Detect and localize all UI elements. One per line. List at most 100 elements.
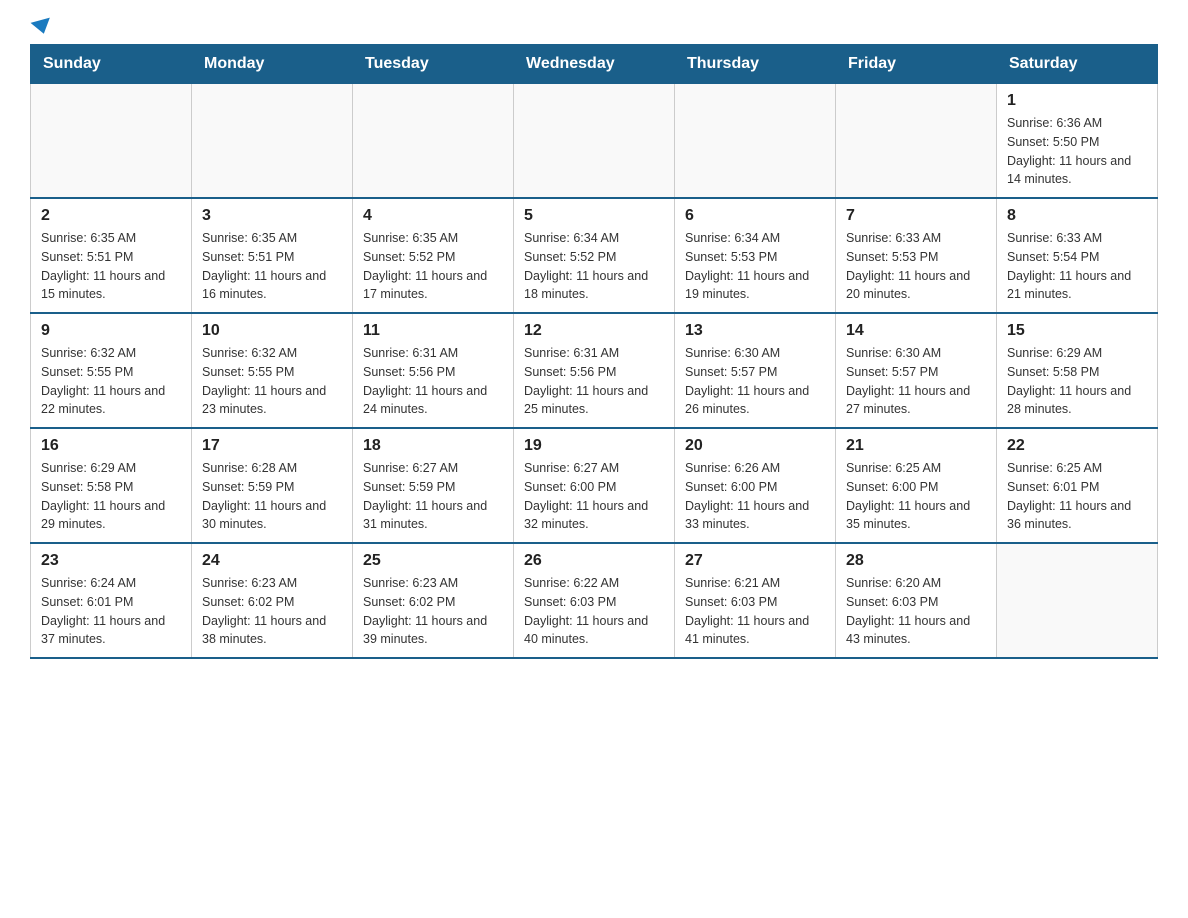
day-info: Sunrise: 6:32 AMSunset: 5:55 PMDaylight:… — [41, 344, 181, 419]
calendar-cell — [997, 543, 1158, 658]
day-info: Sunrise: 6:34 AMSunset: 5:52 PMDaylight:… — [524, 229, 664, 304]
day-header-thursday: Thursday — [675, 45, 836, 84]
calendar-cell: 13 Sunrise: 6:30 AMSunset: 5:57 PMDayligh… — [675, 313, 836, 428]
day-info: Sunrise: 6:34 AMSunset: 5:53 PMDaylight:… — [685, 229, 825, 304]
day-info: Sunrise: 6:23 AMSunset: 6:02 PMDaylight:… — [363, 574, 503, 649]
page-header — [30, 20, 1158, 34]
day-info: Sunrise: 6:24 AMSunset: 6:01 PMDaylight:… — [41, 574, 181, 649]
day-number: 20 — [685, 437, 825, 455]
calendar-cell: 11 Sunrise: 6:31 AMSunset: 5:56 PMDayligh… — [353, 313, 514, 428]
day-number: 13 — [685, 322, 825, 340]
calendar-cell: 17 Sunrise: 6:28 AMSunset: 5:59 PMDayligh… — [192, 428, 353, 543]
day-number: 17 — [202, 437, 342, 455]
day-number: 12 — [524, 322, 664, 340]
day-number: 25 — [363, 552, 503, 570]
day-info: Sunrise: 6:31 AMSunset: 5:56 PMDaylight:… — [363, 344, 503, 419]
calendar-cell: 16 Sunrise: 6:29 AMSunset: 5:58 PMDayligh… — [31, 428, 192, 543]
calendar-cell: 25 Sunrise: 6:23 AMSunset: 6:02 PMDayligh… — [353, 543, 514, 658]
calendar-cell: 24 Sunrise: 6:23 AMSunset: 6:02 PMDayligh… — [192, 543, 353, 658]
day-info: Sunrise: 6:35 AMSunset: 5:51 PMDaylight:… — [202, 229, 342, 304]
day-number: 27 — [685, 552, 825, 570]
day-number: 26 — [524, 552, 664, 570]
calendar-cell: 22Sunrise: 6:25 AMSunset: 6:01 PMDayligh… — [997, 428, 1158, 543]
calendar-week-1: 1 Sunrise: 6:36 AMSunset: 5:50 PMDaylight… — [31, 84, 1158, 199]
calendar-cell: 12 Sunrise: 6:31 AMSunset: 5:56 PMDayligh… — [514, 313, 675, 428]
calendar-cell: 19 Sunrise: 6:27 AMSunset: 6:00 PMDayligh… — [514, 428, 675, 543]
day-number: 19 — [524, 437, 664, 455]
calendar-cell: 1 Sunrise: 6:36 AMSunset: 5:50 PMDaylight… — [997, 84, 1158, 199]
calendar-cell: 18 Sunrise: 6:27 AMSunset: 5:59 PMDayligh… — [353, 428, 514, 543]
day-number: 9 — [41, 322, 181, 340]
day-number: 1 — [1007, 92, 1147, 110]
day-info: Sunrise: 6:30 AMSunset: 5:57 PMDaylight:… — [685, 344, 825, 419]
day-number: 11 — [363, 322, 503, 340]
day-number: 7 — [846, 207, 986, 225]
day-number: 21 — [846, 437, 986, 455]
calendar-cell: 8Sunrise: 6:33 AMSunset: 5:54 PMDaylight… — [997, 198, 1158, 313]
day-info: Sunrise: 6:27 AMSunset: 5:59 PMDaylight:… — [363, 459, 503, 534]
day-header-wednesday: Wednesday — [514, 45, 675, 84]
day-number: 4 — [363, 207, 503, 225]
day-info: Sunrise: 6:22 AMSunset: 6:03 PMDaylight:… — [524, 574, 664, 649]
calendar-cell: 4 Sunrise: 6:35 AMSunset: 5:52 PMDaylight… — [353, 198, 514, 313]
day-info: Sunrise: 6:29 AMSunset: 5:58 PMDaylight:… — [1007, 344, 1147, 419]
day-info: Sunrise: 6:21 AMSunset: 6:03 PMDaylight:… — [685, 574, 825, 649]
calendar-cell: 21Sunrise: 6:25 AMSunset: 6:00 PMDayligh… — [836, 428, 997, 543]
day-number: 24 — [202, 552, 342, 570]
calendar-cell: 14 Sunrise: 6:30 AMSunset: 5:57 PMDayligh… — [836, 313, 997, 428]
day-info: Sunrise: 6:31 AMSunset: 5:56 PMDaylight:… — [524, 344, 664, 419]
calendar-cell: 10 Sunrise: 6:32 AMSunset: 5:55 PMDayligh… — [192, 313, 353, 428]
day-info: Sunrise: 6:29 AMSunset: 5:58 PMDaylight:… — [41, 459, 181, 534]
day-number: 10 — [202, 322, 342, 340]
day-info: Sunrise: 6:32 AMSunset: 5:55 PMDaylight:… — [202, 344, 342, 419]
calendar-header-row: SundayMondayTuesdayWednesdayThursdayFrid… — [31, 45, 1158, 84]
calendar-week-4: 16 Sunrise: 6:29 AMSunset: 5:58 PMDayligh… — [31, 428, 1158, 543]
day-info: Sunrise: 6:35 AMSunset: 5:51 PMDaylight:… — [41, 229, 181, 304]
calendar-table: SundayMondayTuesdayWednesdayThursdayFrid… — [30, 44, 1158, 659]
day-number: 2 — [41, 207, 181, 225]
calendar-cell: 9 Sunrise: 6:32 AMSunset: 5:55 PMDaylight… — [31, 313, 192, 428]
day-header-tuesday: Tuesday — [353, 45, 514, 84]
day-info: Sunrise: 6:20 AMSunset: 6:03 PMDaylight:… — [846, 574, 986, 649]
day-info: Sunrise: 6:23 AMSunset: 6:02 PMDaylight:… — [202, 574, 342, 649]
day-number: 16 — [41, 437, 181, 455]
day-info: Sunrise: 6:25 AMSunset: 6:01 PMDaylight:… — [1007, 459, 1147, 534]
day-info: Sunrise: 6:36 AMSunset: 5:50 PMDaylight:… — [1007, 114, 1147, 189]
calendar-cell — [31, 84, 192, 199]
day-number: 23 — [41, 552, 181, 570]
day-number: 3 — [202, 207, 342, 225]
day-number: 8 — [1007, 207, 1147, 225]
day-header-monday: Monday — [192, 45, 353, 84]
calendar-cell: 26 Sunrise: 6:22 AMSunset: 6:03 PMDayligh… — [514, 543, 675, 658]
day-info: Sunrise: 6:27 AMSunset: 6:00 PMDaylight:… — [524, 459, 664, 534]
day-info: Sunrise: 6:30 AMSunset: 5:57 PMDaylight:… — [846, 344, 986, 419]
calendar-cell — [192, 84, 353, 199]
day-info: Sunrise: 6:26 AMSunset: 6:00 PMDaylight:… — [685, 459, 825, 534]
calendar-week-5: 23 Sunrise: 6:24 AMSunset: 6:01 PMDayligh… — [31, 543, 1158, 658]
calendar-week-2: 2 Sunrise: 6:35 AMSunset: 5:51 PMDaylight… — [31, 198, 1158, 313]
calendar-cell — [353, 84, 514, 199]
day-info: Sunrise: 6:35 AMSunset: 5:52 PMDaylight:… — [363, 229, 503, 304]
day-number: 15 — [1007, 322, 1147, 340]
day-header-sunday: Sunday — [31, 45, 192, 84]
calendar-cell: 28Sunrise: 6:20 AMSunset: 6:03 PMDayligh… — [836, 543, 997, 658]
calendar-cell: 20 Sunrise: 6:26 AMSunset: 6:00 PMDayligh… — [675, 428, 836, 543]
calendar-cell: 6 Sunrise: 6:34 AMSunset: 5:53 PMDaylight… — [675, 198, 836, 313]
calendar-cell: 27 Sunrise: 6:21 AMSunset: 6:03 PMDayligh… — [675, 543, 836, 658]
calendar-cell: 15 Sunrise: 6:29 AMSunset: 5:58 PMDayligh… — [997, 313, 1158, 428]
calendar-cell: 3 Sunrise: 6:35 AMSunset: 5:51 PMDaylight… — [192, 198, 353, 313]
day-number: 18 — [363, 437, 503, 455]
calendar-cell: 5Sunrise: 6:34 AMSunset: 5:52 PMDaylight… — [514, 198, 675, 313]
day-number: 14 — [846, 322, 986, 340]
calendar-cell — [836, 84, 997, 199]
day-header-saturday: Saturday — [997, 45, 1158, 84]
day-info: Sunrise: 6:28 AMSunset: 5:59 PMDaylight:… — [202, 459, 342, 534]
day-number: 6 — [685, 207, 825, 225]
logo-arrow-icon — [31, 18, 54, 37]
calendar-week-3: 9 Sunrise: 6:32 AMSunset: 5:55 PMDaylight… — [31, 313, 1158, 428]
calendar-cell — [514, 84, 675, 199]
calendar-cell: 7 Sunrise: 6:33 AMSunset: 5:53 PMDaylight… — [836, 198, 997, 313]
calendar-cell — [675, 84, 836, 199]
day-info: Sunrise: 6:33 AMSunset: 5:53 PMDaylight:… — [846, 229, 986, 304]
calendar-cell: 23 Sunrise: 6:24 AMSunset: 6:01 PMDayligh… — [31, 543, 192, 658]
